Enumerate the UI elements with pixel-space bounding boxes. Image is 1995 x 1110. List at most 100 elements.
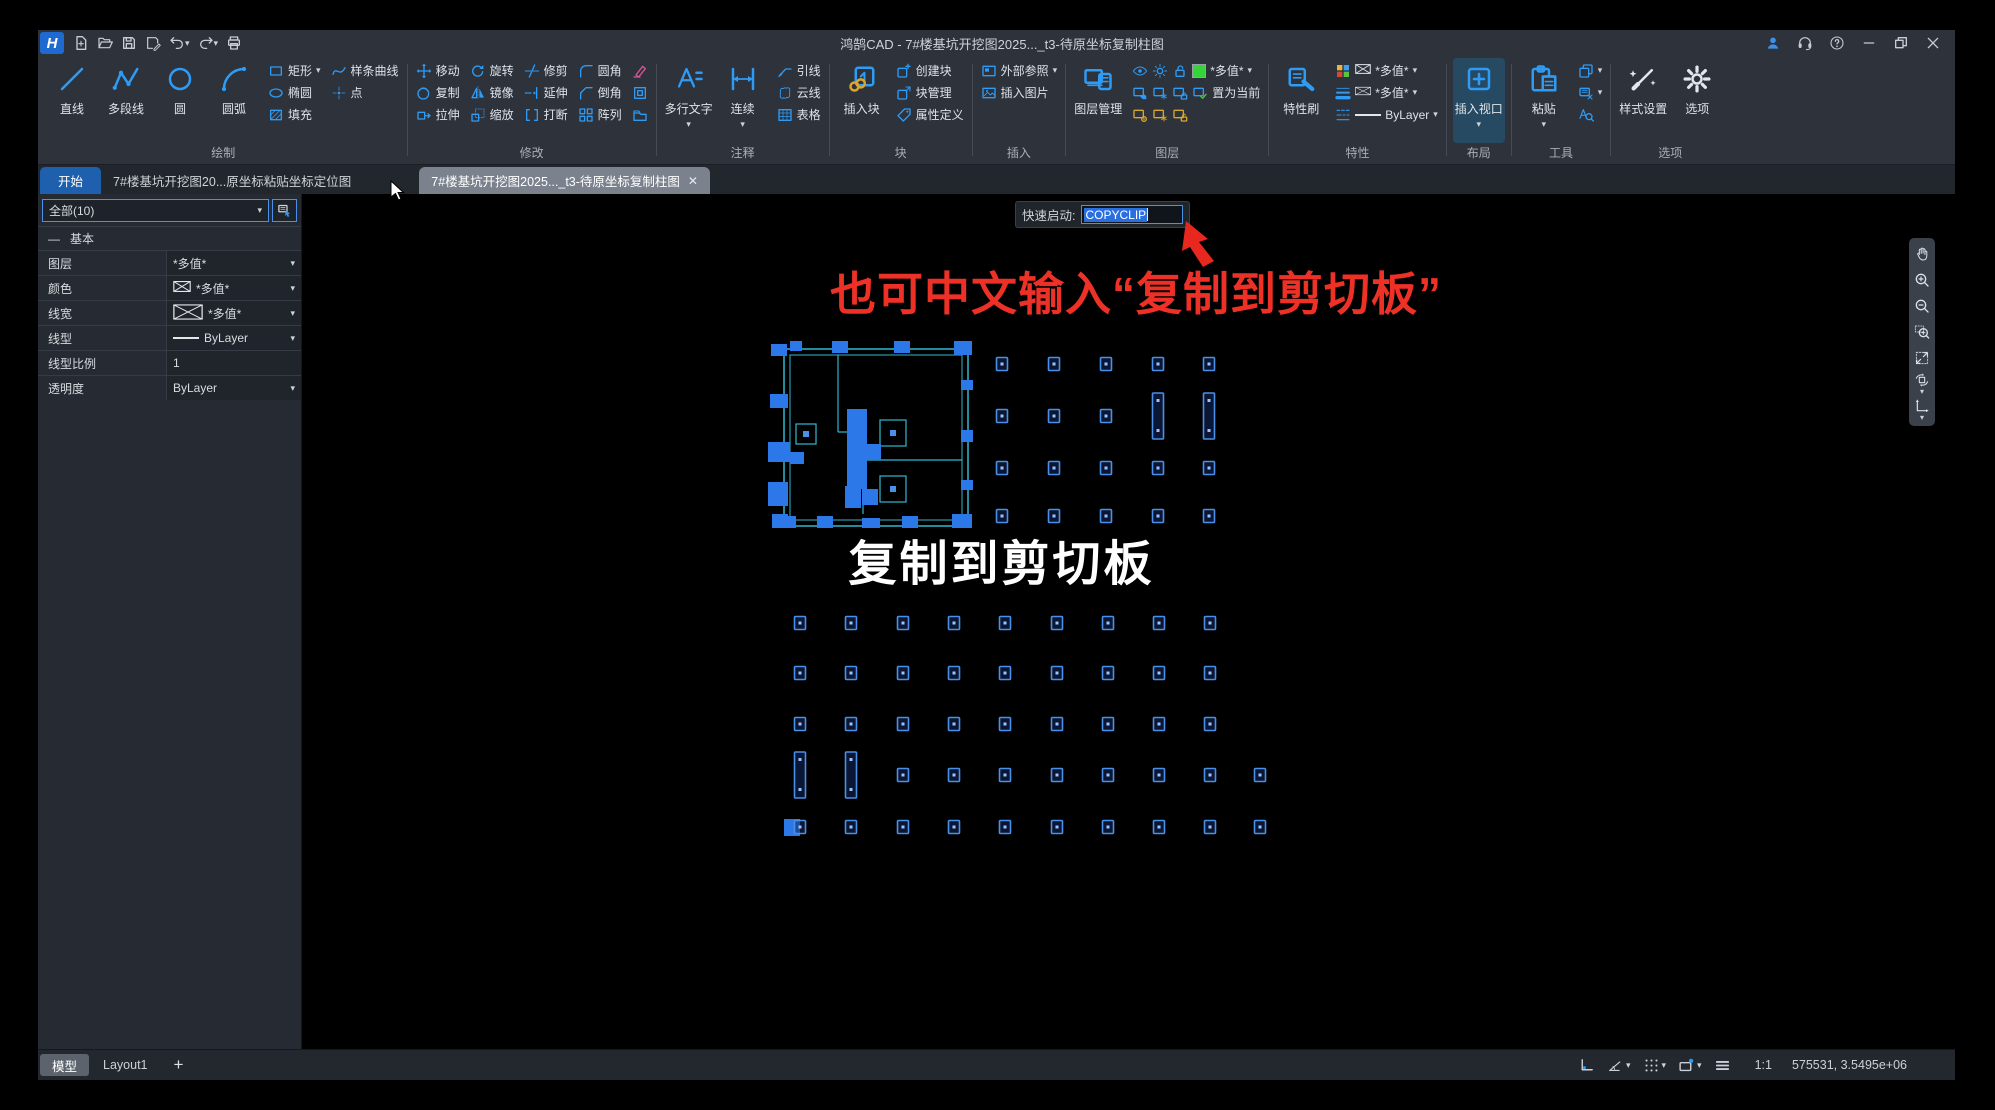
save-as-button[interactable] <box>142 33 164 53</box>
trim-icon <box>524 63 540 79</box>
quick-select-button[interactable] <box>272 199 297 222</box>
ribbon-button-圆角[interactable]: 圆角 <box>576 60 624 81</box>
pan-button[interactable] <box>1910 242 1934 266</box>
add-layout-button[interactable]: + <box>174 1055 184 1075</box>
dyn-input-toggle[interactable]: ▾ <box>1678 1057 1702 1074</box>
ribbon-button-填充[interactable]: 填充 <box>266 104 323 125</box>
ribbon-button-缩放[interactable]: 缩放 <box>468 104 516 125</box>
snap-grid-toggle[interactable]: ▾ <box>1643 1057 1667 1074</box>
close-tab-icon[interactable]: ✕ <box>688 174 698 188</box>
ribbon-button-粘贴[interactable]: 粘贴▾ <box>1518 58 1570 143</box>
zoom-window-button[interactable] <box>1910 320 1934 344</box>
ribbon-button-直线[interactable]: 直线 <box>46 58 98 143</box>
ribbon-button-矩形[interactable]: 矩形▾ <box>266 60 323 81</box>
property-label: 线型比例 <box>38 351 166 375</box>
ribbon-button-圆弧[interactable]: 圆弧 <box>208 58 260 143</box>
ribbon-button-图层管理[interactable]: 图层管理 <box>1072 58 1124 143</box>
ribbon-button-erase[interactable] <box>630 60 650 81</box>
ribbon-button-*多值*[interactable]: *多值*▾ <box>1333 60 1440 81</box>
ribbon-button-倒角[interactable]: 倒角 <box>576 82 624 103</box>
ribbon-button-copysel[interactable]: ▾ <box>1576 82 1605 103</box>
ribbon-button-样条曲线[interactable]: 样条曲线 <box>329 60 401 81</box>
ribbon-button-explode[interactable] <box>630 104 650 125</box>
ribbon-button-特性刷[interactable]: 特性刷 <box>1275 58 1327 143</box>
ribbon-button-ByLayer[interactable]: ByLayer▾ <box>1333 104 1440 125</box>
ribbon-button-连续[interactable]: 连续▾ <box>717 58 769 143</box>
ribbon-button-阵列[interactable]: 阵列 <box>576 104 624 125</box>
doc-tab[interactable]: 7#楼基坑开挖图20...原坐标粘贴坐标定位图 <box>101 167 363 194</box>
print-button[interactable] <box>223 33 245 53</box>
scale-indicator[interactable]: 1:1 <box>1755 1058 1772 1072</box>
ribbon-button-*多值*[interactable]: *多值*▾ <box>1333 82 1440 103</box>
copysel-icon <box>1578 85 1594 101</box>
ribbon-button-选项[interactable]: 选项 <box>1671 58 1723 143</box>
ribbon-button-插入视口[interactable]: 插入视口▾ <box>1453 58 1505 143</box>
ortho-toggle[interactable] <box>1578 1057 1595 1074</box>
ribbon-button-置为当前[interactable]: 置为当前 <box>1130 82 1262 103</box>
save-button[interactable] <box>118 33 140 53</box>
property-value-dropdown[interactable]: *多值*▾ <box>166 276 301 300</box>
close-button[interactable] <box>1919 33 1947 53</box>
ribbon-button-圆[interactable]: 圆 <box>154 58 206 143</box>
ribbon-button-find[interactable] <box>1576 104 1605 125</box>
ribbon-button-多段线[interactable]: 多段线 <box>100 58 152 143</box>
chevron-down-icon: ▾ <box>1477 120 1482 129</box>
property-value-dropdown[interactable]: *多值*▾ <box>166 251 301 275</box>
restore-button[interactable] <box>1887 33 1915 53</box>
ribbon-button-云线[interactable]: 云线 <box>775 82 823 103</box>
tab-start[interactable]: 开始 <box>40 167 101 194</box>
ribbon-button-属性定义[interactable]: 属性定义 <box>894 104 966 125</box>
menu-toggle[interactable] <box>1714 1057 1731 1074</box>
undo-button[interactable]: ▾ <box>166 33 193 53</box>
chevron-down-icon: ▾ <box>290 284 295 293</box>
user-button[interactable] <box>1759 33 1787 53</box>
help-button[interactable] <box>1823 33 1851 53</box>
ribbon-button-修剪[interactable]: 修剪 <box>522 60 570 81</box>
open-file-button[interactable] <box>94 33 116 53</box>
orbit-button[interactable]: ▾ <box>1910 372 1934 396</box>
zoom-out-button[interactable] <box>1910 294 1934 318</box>
ribbon-button-多行文字[interactable]: 多行文字▾ <box>663 58 715 143</box>
ribbon-button-外部参照[interactable]: 外部参照▾ <box>979 60 1060 81</box>
ribbon-button-打断[interactable]: 打断 <box>522 104 570 125</box>
ribbon-button-引线[interactable]: 引线 <box>775 60 823 81</box>
ribbon-button-样式设置[interactable]: 样式设置 <box>1617 58 1669 143</box>
ribbon-button-点[interactable]: 点 <box>329 82 401 103</box>
selection-filter-dropdown[interactable]: 全部(10) ▾ <box>42 199 269 222</box>
zoom-in-button[interactable] <box>1910 268 1934 292</box>
layout-tab-模型[interactable]: 模型 <box>40 1054 89 1076</box>
ribbon-button-移动[interactable]: 移动 <box>414 60 462 81</box>
ribbon-button-延伸[interactable]: 延伸 <box>522 82 570 103</box>
ribbon-button-offset[interactable] <box>630 82 650 103</box>
property-value-dropdown[interactable]: ByLayer▾ <box>166 376 301 400</box>
app-logo[interactable]: H <box>40 32 64 54</box>
ribbon-button-copyclip[interactable]: ▾ <box>1576 60 1605 81</box>
property-value-dropdown[interactable]: 1 <box>166 351 301 375</box>
section-basic[interactable]: — 基本 <box>38 226 301 250</box>
redo-button[interactable]: ▾ <box>195 33 222 53</box>
zoom-extents-button[interactable] <box>1910 346 1934 370</box>
ribbon-button-插入块[interactable]: 插入块 <box>836 58 888 143</box>
ribbon-button-块管理[interactable]: 块管理 <box>894 82 966 103</box>
property-value-dropdown[interactable]: ByLayer▾ <box>166 326 301 350</box>
polar-toggle[interactable]: ▾ <box>1607 1057 1631 1074</box>
property-value-dropdown[interactable]: *多值*▾ <box>166 301 301 325</box>
ribbon-button-镜像[interactable]: 镜像 <box>468 82 516 103</box>
ribbon-button-创建块[interactable]: 创建块 <box>894 60 966 81</box>
new-file-button[interactable] <box>70 33 92 53</box>
layout-tab-Layout1[interactable]: Layout1 <box>91 1054 159 1076</box>
ribbon-button-拉伸[interactable]: 拉伸 <box>414 104 462 125</box>
minimize-button[interactable] <box>1855 33 1883 53</box>
ribbon-group-label: 工具 <box>1518 143 1605 164</box>
ribbon-button-*多值*[interactable]: *多值*▾ <box>1130 60 1262 81</box>
ribbon-button-椭圆[interactable]: 椭圆 <box>266 82 323 103</box>
drawing-canvas[interactable]: 快速启动: COPYCLIP 也可中文输入“复制到剪切板” 复制到剪切板 ▾▾ <box>302 194 1955 1049</box>
ribbon-button-表格[interactable]: 表格 <box>775 104 823 125</box>
ucs-button[interactable]: ▾ <box>1910 398 1934 422</box>
ribbon-button-插入图片[interactable]: 插入图片 <box>979 82 1060 103</box>
ribbon-button-复制[interactable]: 复制 <box>414 82 462 103</box>
doc-tab[interactable]: 7#楼基坑开挖图2025..._t3-待原坐标复制柱图✕ <box>419 167 710 194</box>
headset-button[interactable] <box>1791 33 1819 53</box>
ribbon-button-mon-iso[interactable] <box>1130 104 1262 125</box>
ribbon-button-旋转[interactable]: 旋转 <box>468 60 516 81</box>
